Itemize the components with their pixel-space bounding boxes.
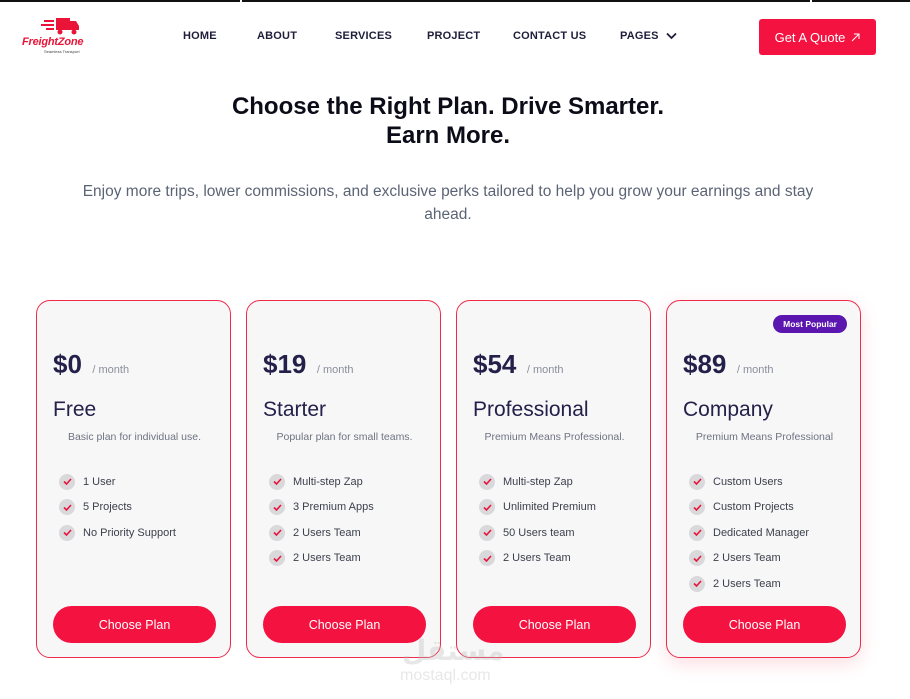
feature-item: Custom Projects (689, 495, 809, 521)
choose-plan-button[interactable]: Choose Plan (683, 606, 846, 643)
plan-price: $19 / month (263, 349, 354, 380)
feature-label: 1 User (83, 475, 116, 488)
check-icon (59, 473, 75, 490)
feature-item: Unlimited Premium (479, 495, 596, 521)
price-period: / month (736, 364, 774, 376)
feature-label: Unlimited Premium (503, 501, 596, 514)
plan-name: Free (53, 398, 97, 421)
check-icon (479, 499, 495, 516)
choose-plan-button[interactable]: Choose Plan (53, 606, 216, 643)
plan-card-starter: $19 / month Starter Popular plan for sma… (246, 300, 441, 658)
watermark-arabic: مستقل (402, 635, 505, 666)
check-icon (59, 499, 75, 516)
check-icon (689, 575, 705, 592)
price-period: / month (316, 364, 354, 376)
plan-card-company: Most Popular $89 / month Company Premium… (666, 300, 861, 658)
plan-description: Premium Means Professional. (484, 431, 625, 443)
check-icon (269, 524, 285, 541)
nav-home[interactable]: HOME (183, 30, 217, 42)
feature-label: 2 Users Team (293, 552, 361, 565)
plan-price: $54 / month (473, 349, 564, 380)
watermark-latin: mostaql.com (400, 667, 491, 684)
plan-description: Premium Means Professional (695, 431, 834, 443)
feature-label: 2 Users Team (713, 552, 781, 565)
feature-label: Multi-step Zap (293, 475, 363, 488)
feature-item: Multi-step Zap (269, 469, 374, 495)
feature-item: 1 User (59, 469, 176, 495)
nav-services[interactable]: SERVICES (335, 30, 392, 42)
pricing-subtitle: Enjoy more trips, lower commissions, and… (82, 183, 814, 223)
feature-item: Multi-step Zap (479, 469, 596, 495)
site-header: FreightZone Seamless Transport HOME ABOU… (0, 2, 910, 72)
price-period: / month (526, 364, 564, 376)
nav-pages-label: PAGES (620, 30, 659, 42)
plan-name: Professional (473, 398, 589, 421)
check-icon (59, 524, 75, 541)
feature-label: 2 Users Team (713, 577, 781, 590)
feature-label: 50 Users team (503, 526, 575, 539)
feature-label: Dedicated Manager (713, 526, 810, 539)
feature-item: Dedicated Manager (689, 520, 809, 546)
pricing-heading-line-1: Choose the Right Plan. Drive Smarter. (231, 93, 665, 120)
check-icon (269, 550, 285, 567)
feature-label: 3 Premium Apps (293, 501, 374, 514)
nav-about[interactable]: ABOUT (257, 30, 297, 42)
feature-item: 2 Users Team (689, 546, 809, 572)
check-icon (689, 550, 705, 567)
feature-label: Custom Users (713, 475, 783, 488)
plan-price: $0 / month (53, 349, 129, 380)
plan-description: Popular plan for small teams. (276, 431, 413, 443)
mostaql-watermark: مستقل mostaql.com (398, 634, 516, 690)
feature-item: Custom Users (689, 469, 809, 495)
get-a-quote-button[interactable]: Get A Quote (759, 19, 876, 55)
feature-item: 2 Users Team (479, 546, 596, 572)
feature-item: 2 Users Team (689, 571, 809, 597)
feature-list: Custom Users Custom Projects Dedicated M… (689, 469, 809, 597)
check-icon (479, 550, 495, 567)
feature-item: 5 Projects (59, 495, 176, 521)
get-a-quote-label: Get A Quote (774, 29, 846, 45)
check-icon (479, 524, 495, 541)
plan-card-free: $0 / month Free Basic plan for individua… (36, 300, 231, 658)
check-icon (689, 524, 705, 541)
feature-list: 1 User 5 Projects No Priority Support (59, 469, 176, 546)
price-period: / month (92, 364, 130, 376)
feature-label: Custom Projects (713, 501, 794, 514)
check-icon (479, 473, 495, 490)
feature-label: 5 Projects (83, 501, 132, 514)
price-amount: $54 (473, 349, 517, 379)
nav-contact-us[interactable]: CONTACT US (513, 30, 586, 42)
arrow-up-right-icon (852, 33, 860, 41)
pricing-heading: Choose the Right Plan. Drive Smarter. Ea… (0, 92, 896, 150)
check-icon (689, 499, 705, 516)
price-amount: $0 (53, 349, 82, 379)
feature-label: No Priority Support (83, 526, 176, 539)
plan-name: Starter (263, 398, 327, 421)
price-amount: $89 (683, 349, 727, 379)
feature-item: 50 Users team (479, 520, 596, 546)
check-icon (269, 473, 285, 490)
chevron-down-icon (666, 32, 677, 40)
feature-item: 3 Premium Apps (269, 495, 374, 521)
feature-item: No Priority Support (59, 520, 176, 546)
plan-card-professional: $54 / month Professional Premium Means P… (456, 300, 651, 658)
check-icon (269, 499, 285, 516)
nav-project[interactable]: PROJECT (427, 30, 480, 42)
feature-label: 2 Users Team (293, 526, 361, 539)
nav-pages[interactable]: PAGES (620, 30, 677, 42)
plan-name: Company (683, 398, 773, 421)
check-icon (689, 473, 705, 490)
feature-list: Multi-step Zap 3 Premium Apps 2 Users Te… (269, 469, 374, 571)
plan-description: Basic plan for individual use. (67, 431, 202, 443)
most-popular-badge: Most Popular (773, 315, 847, 333)
pricing-heading-line-2: Earn More. (385, 122, 511, 149)
plan-price: $89 / month (683, 349, 774, 380)
price-amount: $19 (263, 349, 307, 379)
feature-label: 2 Users Team (503, 552, 571, 565)
feature-item: 2 Users Team (269, 546, 374, 572)
feature-label: Multi-step Zap (503, 475, 573, 488)
feature-item: 2 Users Team (269, 520, 374, 546)
feature-list: Multi-step Zap Unlimited Premium 50 User… (479, 469, 596, 571)
